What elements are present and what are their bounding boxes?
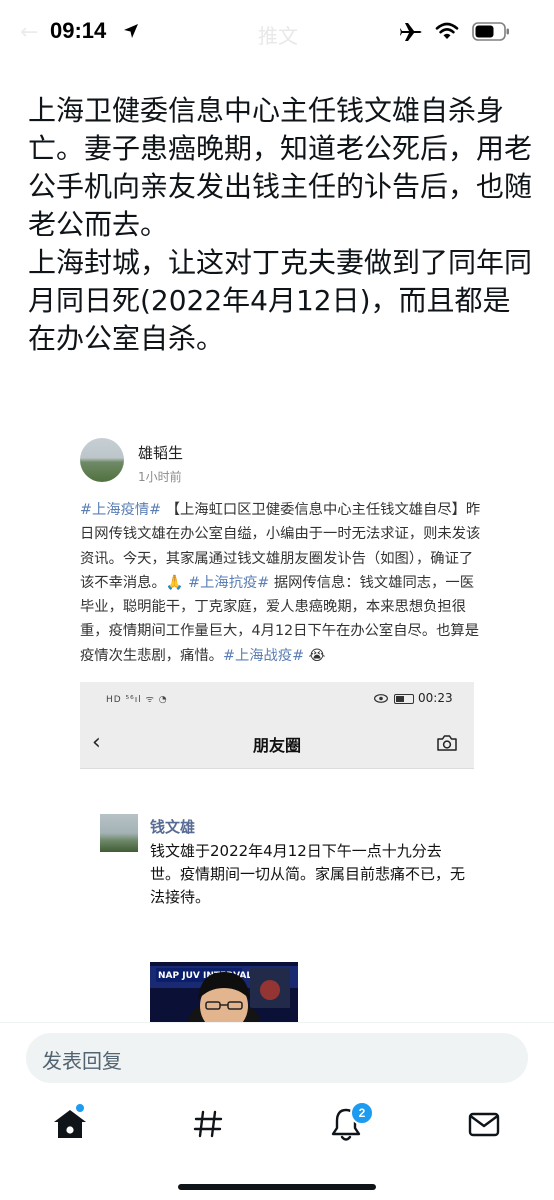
moments-status-bar: HD ⁵⁶ıl ᯤ ◔ 00:23 — [80, 682, 474, 718]
moments-screenshot: HD ⁵⁶ıl ᯤ ◔ 00:23 ‹ 朋友圈 钱文雄 钱文雄于2022年4月1… — [80, 682, 474, 1022]
location-arrow-icon — [124, 24, 138, 38]
status-bar: ← 09:14 推文 — [0, 0, 554, 64]
moments-avatar — [100, 814, 138, 852]
moments-title: 朋友圈 — [252, 736, 301, 755]
praying-hands-emoji: 🙏 — [165, 574, 184, 591]
tweet-text: 上海卫健委信息中心主任钱文雄自杀身亡。妻子患癌晚期，知道老公死后，用老公手机向亲… — [28, 92, 532, 358]
post-body: #上海疫情# 【上海虹口区卫健委信息中心主任钱文雄自尽】昨日网传钱文雄在办公室自… — [80, 498, 484, 668]
hashtag: #上海战疫# — [222, 647, 305, 664]
messages-icon[interactable] — [464, 1104, 504, 1144]
reply-input[interactable]: 发表回复 — [26, 1033, 528, 1083]
moments-header: ‹ 朋友圈 — [80, 718, 474, 769]
moments-battery-icon — [394, 694, 414, 704]
avatar — [80, 438, 124, 482]
airplane-icon — [400, 23, 422, 41]
back-arrow-ghost: ← — [20, 20, 39, 45]
moments-photo: NAP JUV INTERVAL — [150, 962, 298, 1022]
status-time: 09:14 — [50, 18, 107, 43]
tweet-attached-image[interactable]: 雄韬生 1小时前 #上海疫情# 【上海虹口区卫健委信息中心主任钱文雄自尽】昨日网… — [60, 428, 500, 1022]
camera-icon — [437, 735, 457, 751]
moments-author: 钱文雄 — [150, 818, 196, 836]
moments-status-time: 00:23 — [418, 691, 453, 705]
page-title-ghost: 推文 — [258, 24, 298, 48]
moments-status-icons: HD ⁵⁶ıl ᯤ ◔ — [106, 695, 168, 705]
moments-text: 钱文雄于2022年4月12日下午一点十九分去世。疫情期间一切从简。家属目前悲痛不… — [150, 842, 466, 906]
post-author: 雄韬生 — [138, 444, 184, 462]
home-indicator[interactable] — [178, 1184, 376, 1190]
post-time: 1小时前 — [138, 470, 182, 484]
explore-icon[interactable] — [188, 1104, 228, 1144]
reply-bar: 发表回复 — [0, 1022, 554, 1091]
tweet-paragraph: 上海封城，让这对丁克夫妻做到了同年同月同日死(2022年4月12日)，而且都是在… — [28, 246, 533, 355]
hashtag: #上海抗疫# — [183, 574, 270, 591]
hashtag: #上海疫情# — [80, 502, 162, 518]
battery-icon — [472, 22, 509, 41]
home-notification-dot — [74, 1102, 86, 1114]
tweet-paragraph: 上海卫健委信息中心主任钱文雄自杀身亡。妻子患癌晚期，知道老公死后，用老公手机向亲… — [28, 94, 533, 241]
notification-badge: 2 — [350, 1101, 374, 1125]
crying-emoji: 😭 — [308, 647, 326, 664]
wifi-icon — [435, 22, 459, 39]
moments-photo-art: NAP JUV INTERVAL — [150, 962, 298, 1022]
eye-icon — [374, 694, 388, 703]
reply-placeholder: 发表回复 — [42, 1049, 122, 1073]
